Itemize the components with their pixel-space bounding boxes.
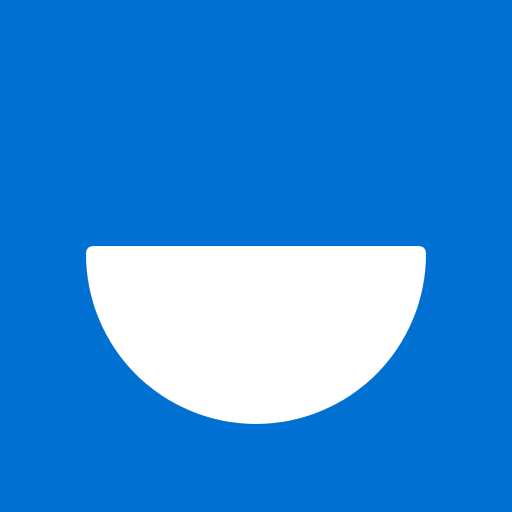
app-icon-graphic (0, 0, 512, 512)
app-icon (0, 0, 512, 512)
